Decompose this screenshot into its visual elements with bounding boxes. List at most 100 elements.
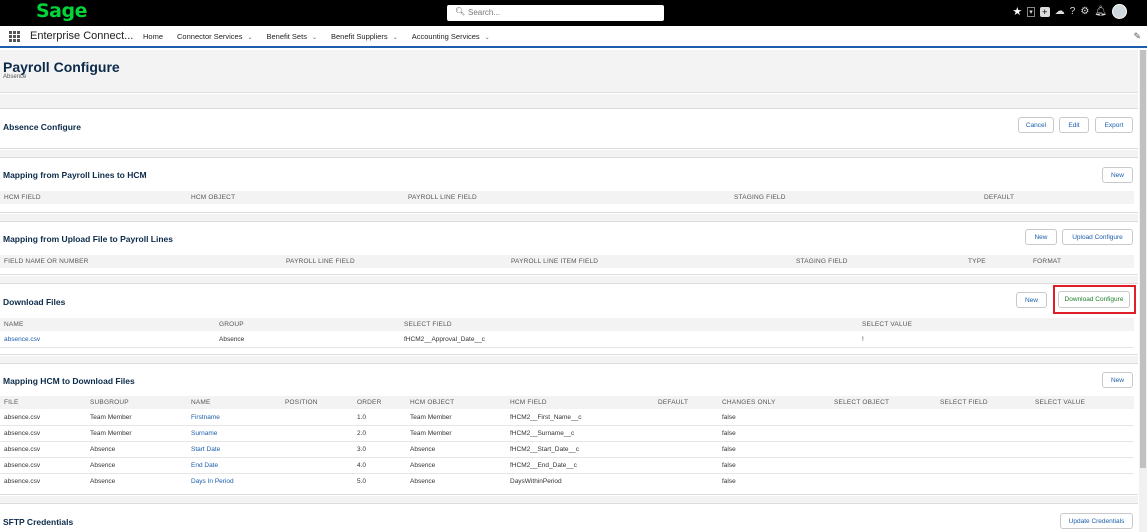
table-header: NAME GROUP SELECT FIELD SELECT VALUE [0,318,1134,331]
chevron-down-icon[interactable]: ▾ [1027,6,1035,17]
section-title: SFTP Credentials [3,517,74,527]
column-header[interactable]: STAGING FIELD [734,194,786,201]
page-title: Payroll Configure [3,59,120,75]
upload-configure-button[interactable]: Upload Configure [1062,229,1133,245]
section-title: Mapping HCM to Download Files [3,376,135,386]
chevron-down-icon[interactable]: ⌄ [312,35,317,41]
nav-item-home[interactable]: Home [143,32,163,41]
column-header[interactable]: DEFAULT [984,194,1014,201]
nav-item-benefit-suppliers[interactable]: Benefit Suppliers ⌄ [331,32,398,41]
table-row: absence.csv Team Member Firstname 1.0 Te… [0,410,1134,426]
file-cell: absence.csv [4,414,41,421]
edit-nav-icon[interactable]: ✎ [1133,31,1141,42]
column-header[interactable]: PAYROLL LINE FIELD [408,194,477,201]
cancel-button[interactable]: Cancel [1018,117,1054,133]
page-header: Payroll Configure Absence [0,50,1138,93]
name-link[interactable]: Days In Period [191,478,234,485]
column-header[interactable]: SELECT VALUE [862,321,912,328]
column-header[interactable]: FILE [4,399,19,406]
column-header[interactable]: HCM FIELD [4,194,41,201]
spacer [0,356,1138,363]
scrollbar-thumb[interactable] [1140,50,1146,468]
search-input[interactable]: 🔍︎ Search... [447,5,664,21]
column-header[interactable]: SELECT FIELD [404,321,452,328]
column-header[interactable]: ORDER [357,399,381,406]
gear-icon[interactable]: ⚙ [1080,6,1089,17]
changes-only-cell: false [722,414,736,421]
edit-button[interactable]: Edit [1059,117,1089,133]
new-button[interactable]: New [1102,372,1133,388]
order-cell: 4.0 [357,462,367,469]
highlight-box [1053,285,1136,314]
sftp-credentials-section: SFTP Credentials Update Credentials [0,503,1138,532]
changes-only-cell: false [722,462,736,469]
column-header[interactable]: FIELD NAME OR NUMBER [4,258,89,265]
hcm-object-cell: Absence [410,446,436,453]
mapping-payroll-hcm-section: Mapping from Payroll Lines to HCM New HC… [0,157,1138,213]
name-link[interactable]: Firstname [191,414,220,421]
new-button[interactable]: New [1016,292,1047,308]
spacer [0,276,1138,283]
nav-item-benefit-sets[interactable]: Benefit Sets ⌄ [267,32,317,41]
app-navbar: Enterprise Connect... Home Connector Ser… [0,26,1147,48]
new-button[interactable]: New [1102,167,1133,183]
table-row: absence.csv Absence End Date 4.0 Absence… [0,458,1134,474]
nav-item-connector-services[interactable]: Connector Services ⌄ [177,32,252,41]
add-icon[interactable]: + [1039,6,1050,17]
column-header[interactable]: PAYROLL LINE FIELD [286,258,355,265]
app-name: Enterprise Connect... [30,30,134,42]
order-cell: 3.0 [357,446,367,453]
bell-icon[interactable]: 🔔︎ [1094,6,1107,17]
column-header[interactable]: DEFAULT [658,399,688,406]
column-header[interactable]: SELECT FIELD [940,399,988,406]
hcm-object-cell: Absence [410,462,436,469]
vertical-scrollbar[interactable] [1139,50,1147,532]
file-cell: absence.csv [4,462,41,469]
app-launcher-icon[interactable] [9,31,20,42]
column-header[interactable]: TYPE [968,258,986,265]
column-header[interactable]: CHANGES ONLY [722,399,776,406]
order-cell: 5.0 [357,478,367,485]
file-name-link[interactable]: absence.csv [4,336,40,343]
hcm-field-cell: DaysWithinPeriod [510,478,562,485]
column-header[interactable]: NAME [191,399,211,406]
update-credentials-button[interactable]: Update Credentials [1060,513,1133,529]
group-cell: Absence [219,336,245,343]
select-value-cell: ! [862,336,864,343]
subgroup-cell: Absence [90,462,116,469]
name-link[interactable]: Surname [191,430,217,437]
cloud-icon[interactable]: ☁ [1055,6,1065,17]
nav-item-accounting-services[interactable]: Accounting Services ⌄ [412,32,490,41]
avatar[interactable] [1112,4,1127,19]
order-cell: 2.0 [357,430,367,437]
chevron-down-icon[interactable]: ⌄ [485,35,490,41]
mapping-hcm-download-section: Mapping HCM to Download Files New FILE S… [0,363,1138,495]
column-header[interactable]: FORMAT [1033,258,1061,265]
column-header[interactable]: GROUP [219,321,244,328]
global-header: Sage 🔍︎ Search... ★ ▾ + ☁ ? ⚙ 🔔︎ [0,0,1147,26]
column-header[interactable]: NAME [4,321,24,328]
chevron-down-icon[interactable]: ⌄ [393,35,398,41]
column-header[interactable]: SELECT OBJECT [834,399,889,406]
sage-logo[interactable]: Sage [36,0,88,22]
export-button[interactable]: Export [1095,117,1133,133]
column-header[interactable]: POSITION [285,399,318,406]
column-header[interactable]: HCM FIELD [510,399,547,406]
column-header[interactable]: SUBGROUP [90,399,129,406]
download-files-section: Download Files New Download Configure NA… [0,283,1138,355]
name-link[interactable]: End Date [191,462,218,469]
column-header[interactable]: STAGING FIELD [796,258,848,265]
new-button[interactable]: New [1025,229,1057,245]
hcm-field-cell: fHCM2__First_Name__c [510,414,582,421]
order-cell: 1.0 [357,414,367,421]
column-header[interactable]: HCM OBJECT [191,194,235,201]
column-header[interactable]: SELECT VALUE [1035,399,1085,406]
chevron-down-icon[interactable]: ⌄ [247,35,252,41]
column-header[interactable]: PAYROLL LINE ITEM FIELD [511,258,598,265]
absence-configure-section: Absence Configure Cancel Edit Export [0,108,1138,149]
column-header[interactable]: HCM OBJECT [410,399,454,406]
help-icon[interactable]: ? [1070,6,1076,17]
name-link[interactable]: Start Date [191,446,220,453]
star-icon[interactable]: ★ [1012,5,1022,18]
search-icon: 🔍︎ [455,7,466,16]
